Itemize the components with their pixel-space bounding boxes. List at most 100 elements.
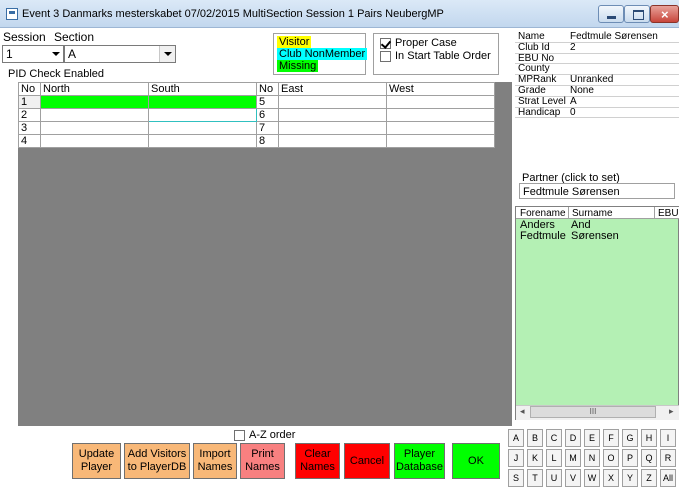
letter-key[interactable]: Y (622, 469, 638, 487)
letter-key[interactable]: All (660, 469, 676, 487)
col-ebu: EBU (658, 208, 679, 219)
south-cell[interactable] (148, 108, 257, 122)
letter-key[interactable]: G (622, 429, 638, 447)
letter-key[interactable]: F (603, 429, 619, 447)
minimize-button[interactable] (598, 5, 624, 23)
button-line: Player (403, 448, 436, 460)
east-cell[interactable] (278, 108, 387, 122)
button-line: Names (300, 461, 335, 473)
section-select[interactable]: A (64, 45, 176, 63)
row-number: 8 (256, 134, 279, 148)
south-cell[interactable] (148, 95, 257, 109)
south-cell[interactable] (148, 121, 257, 135)
east-cell[interactable] (278, 134, 387, 148)
info-key: Name (518, 31, 545, 42)
col-east: East (278, 82, 387, 96)
info-value: None (570, 84, 594, 96)
partner-field[interactable]: Fedtmule Sørensen (519, 183, 675, 199)
col-no-left: No (18, 82, 41, 96)
col-south: South (148, 82, 257, 96)
col-no-right: No (256, 82, 279, 96)
letter-key[interactable]: M (565, 449, 581, 467)
letter-key[interactable]: S (508, 469, 524, 487)
west-cell[interactable] (386, 121, 495, 135)
proper-case-checkbox[interactable] (380, 38, 391, 49)
cancel-button[interactable]: Cancel (344, 443, 390, 479)
list-item-surname[interactable]: Sørensen (571, 231, 619, 242)
info-value: 0 (570, 106, 576, 118)
section-value: A (68, 47, 77, 61)
north-cell[interactable] (40, 95, 149, 109)
letter-key[interactable]: V (565, 469, 581, 487)
west-cell[interactable] (386, 108, 495, 122)
chevron-down-icon[interactable] (48, 46, 62, 62)
info-row: Strat Level A (515, 96, 679, 108)
row-number: 6 (256, 108, 279, 122)
legend-club-nonmember: Club NonMember (277, 48, 368, 60)
letter-key[interactable]: A (508, 429, 524, 447)
button-line: Add Visitors (127, 448, 187, 460)
ok-button[interactable]: OK (452, 443, 500, 479)
print-names-button[interactable]: Print Names (240, 443, 285, 479)
row-number: 4 (18, 134, 41, 148)
east-cell[interactable] (278, 95, 387, 109)
window-title: Event 3 Danmarks mesterskabet 07/02/2015… (22, 8, 444, 20)
player-info-panel: Name Fedtmule Sørensen Club Id 2 EBU No Co… (515, 31, 679, 119)
letter-key[interactable]: Q (641, 449, 657, 467)
player-database-button[interactable]: Player Database (394, 443, 445, 479)
az-order-checkbox[interactable] (234, 430, 245, 441)
letter-key[interactable]: R (660, 449, 676, 467)
letter-key[interactable]: O (603, 449, 619, 467)
chevron-down-icon[interactable] (159, 46, 175, 62)
update-player-button[interactable]: Update Player (72, 443, 121, 479)
scroll-thumb[interactable]: III (530, 406, 656, 418)
letter-key[interactable]: K (527, 449, 543, 467)
north-cell[interactable] (40, 134, 149, 148)
north-cell[interactable] (40, 108, 149, 122)
button-line: Names (245, 461, 280, 473)
add-visitors-button[interactable]: Add Visitors to PlayerDB (124, 443, 190, 479)
south-cell[interactable] (148, 134, 257, 148)
letter-key[interactable]: N (584, 449, 600, 467)
letter-key[interactable]: L (546, 449, 562, 467)
button-line: Database (395, 461, 444, 473)
letter-key[interactable]: C (546, 429, 562, 447)
letter-key[interactable]: E (584, 429, 600, 447)
import-names-button[interactable]: Import Names (193, 443, 237, 479)
letter-key[interactable]: D (565, 429, 581, 447)
button-line: Print (251, 448, 274, 460)
session-select[interactable]: 1 (2, 45, 64, 63)
letter-key[interactable]: X (603, 469, 619, 487)
letter-key[interactable]: P (622, 449, 638, 467)
start-table-order-checkbox[interactable] (380, 51, 391, 62)
letter-key[interactable]: I (660, 429, 676, 447)
clear-names-button[interactable]: Clear Names (295, 443, 340, 479)
button-line: Names (197, 461, 233, 473)
button-line: Import (199, 448, 231, 460)
west-cell[interactable] (386, 134, 495, 148)
grid-header-row: No North South No East West (18, 82, 495, 96)
button-line: Player (80, 461, 113, 473)
list-item-forename[interactable]: Fedtmule (520, 231, 566, 242)
start-table-order-label: In Start Table Order (395, 50, 491, 62)
letter-key[interactable]: B (527, 429, 543, 447)
west-cell[interactable] (386, 95, 495, 109)
info-key: Handicap (518, 106, 561, 118)
names-grid: No North South No East West 1 5 2 6 3 7 … (18, 82, 495, 148)
letter-key[interactable]: J (508, 449, 524, 467)
close-button[interactable]: × (650, 5, 679, 23)
row-number: 1 (18, 95, 41, 109)
players-list-header: Forename Surname EBU (516, 207, 679, 219)
scroll-left-icon[interactable]: ◂ (520, 406, 525, 417)
letter-key[interactable]: Z (641, 469, 657, 487)
col-forename: Forename (520, 208, 566, 219)
letter-key[interactable]: U (546, 469, 562, 487)
letter-key[interactable]: W (584, 469, 600, 487)
column-divider (568, 207, 569, 219)
north-cell[interactable] (40, 121, 149, 135)
letter-key[interactable]: T (527, 469, 543, 487)
scroll-right-icon[interactable]: ▸ (669, 406, 674, 417)
maximize-button[interactable] (624, 5, 650, 23)
letter-key[interactable]: H (641, 429, 657, 447)
east-cell[interactable] (278, 121, 387, 135)
